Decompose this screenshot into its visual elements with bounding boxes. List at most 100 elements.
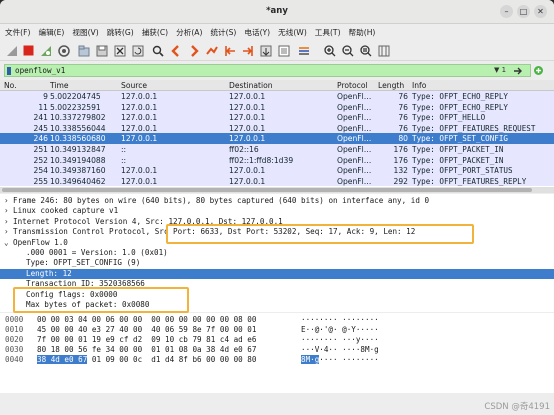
detail-line[interactable]: .000 0001 = Version: 1.0 (0x01) [0, 248, 554, 259]
capture-options-icon[interactable] [56, 43, 71, 58]
packet-row[interactable]: 241 10.337279802 127.0.0.1 127.0.0.1 OpenFl…… [0, 112, 554, 123]
detail-text: Frame 246: 80 bytes on wire (640 bits), … [13, 196, 430, 205]
coloring-rules-icon[interactable] [296, 43, 311, 58]
packet-row[interactable]: 254 10.349387160 127.0.0.1 127.0.0.1 OpenFl…… [0, 165, 554, 176]
packet-cell-proto: OpenFl… [337, 134, 372, 144]
expander-icon[interactable]: › [4, 227, 9, 236]
byte-row[interactable]: 0040 38 4d e0 67 01 09 00 0c d1 d4 8f b6 … [0, 355, 554, 365]
arrow-right-icon[interactable] [514, 67, 524, 75]
packet-row[interactable]: 255 10.349640462 127.0.0.1 127.0.0.1 OpenFl…… [0, 175, 554, 187]
packet-cell-info: Type: OFPT_HELLO [412, 113, 486, 123]
packet-row[interactable]: 11 5.002232591 127.0.0.1 127.0.0.1 OpenFl… 76… [0, 101, 554, 113]
column-length[interactable]: Length [378, 81, 416, 90]
menu-edit[interactable]: 编辑(E) [33, 24, 67, 38]
column-info[interactable]: Info [412, 81, 426, 90]
menu-file[interactable]: 文件(F) [0, 24, 33, 38]
packet-cell-proto: OpenFl… [337, 166, 372, 176]
bookmark-icon[interactable] [7, 67, 11, 75]
last-packet-icon[interactable] [240, 43, 255, 58]
packet-list[interactable]: No. Time Source Destination Protocol Len… [0, 80, 554, 188]
column-destination[interactable]: Destination [229, 81, 273, 90]
start-capture-icon[interactable] [4, 43, 19, 58]
restart-capture-icon[interactable] [38, 43, 53, 58]
expander-icon[interactable]: ⌄ [4, 238, 9, 247]
byte-row[interactable]: 0010 45 00 00 40 e3 27 40 00 40 06 59 8e … [0, 325, 554, 335]
go-to-packet-icon[interactable] [204, 43, 219, 58]
menu-tools[interactable]: 工具(T) [310, 24, 344, 38]
packet-cell-src: 127.0.0.1 [121, 102, 158, 112]
plus-icon[interactable] [534, 66, 543, 75]
packet-row[interactable]: 245 10.338556044 127.0.0.1 127.0.0.1 OpenFl…… [0, 122, 554, 134]
column-protocol[interactable]: Protocol [337, 81, 368, 90]
packet-cell-info: Type: OFPT_PORT_STATUS [412, 166, 513, 176]
open-file-icon[interactable] [76, 43, 91, 58]
packet-row[interactable]: 251 10.349132847:: ff02::16 OpenFl… 176 Type:… [0, 144, 554, 155]
reload-icon[interactable] [130, 43, 145, 58]
packet-cell-dst: 127.0.0.1 [229, 134, 266, 144]
byte-row[interactable]: 0000 00 00 03 04 00 06 00 00 00 00 00 00 … [0, 315, 554, 325]
go-back-icon[interactable] [168, 43, 183, 58]
menu-analyze[interactable]: 分析(A) [171, 24, 205, 38]
byte-hex: 80 18 00 56 fe 34 00 00 01 01 08 0a 38 4… [37, 345, 257, 354]
packet-cell-info: Type: OFPT_FEATURES_REQUEST [412, 123, 536, 133]
display-filter-value: openflow_v1 [15, 66, 66, 75]
colorize-icon[interactable] [276, 43, 291, 58]
packet-cell-src: 127.0.0.1 [121, 123, 158, 133]
column-source[interactable]: Source [121, 81, 147, 90]
menu-view[interactable]: 视图(V) [67, 24, 101, 38]
packet-cell-src: :: [121, 145, 127, 154]
byte-ascii: E··@·'@· @·Y····· [301, 325, 379, 334]
packet-cell-proto: OpenFl… [337, 145, 372, 154]
resize-columns-icon[interactable] [376, 43, 391, 58]
menu-wireless[interactable]: 无线(W) [273, 24, 310, 38]
close-file-icon[interactable] [112, 43, 127, 58]
packet-row[interactable]: 246 10.338560680 127.0.0.1 127.0.0.1 OpenFl…… [0, 133, 554, 144]
packet-cell-len: 132 [393, 166, 409, 176]
menu-statistics[interactable]: 统计(S) [205, 24, 239, 38]
packet-cell-src: 127.0.0.1 [121, 176, 158, 186]
auto-scroll-icon[interactable] [258, 43, 273, 58]
menu-capture[interactable]: 捕获(C) [137, 24, 171, 38]
packet-cell-info: Type: OFPT_PACKET_IN [412, 145, 504, 154]
expander-icon[interactable]: › [4, 196, 9, 205]
packet-bytes[interactable]: 0000 00 00 03 04 00 06 00 00 00 00 00 00 … [0, 313, 554, 393]
byte-ascii: ···V·4·· ····8M·g [301, 345, 379, 354]
byte-row[interactable]: 0030 80 18 00 56 fe 34 00 00 01 01 08 0a … [0, 345, 554, 355]
first-packet-icon[interactable] [222, 43, 237, 58]
detail-line[interactable]: Length: 12 [0, 268, 554, 280]
packet-cell-proto: OpenFl… [337, 92, 372, 101]
menu-help[interactable]: 帮助(H) [344, 24, 379, 38]
display-filter-input[interactable]: openflow_v1 ▼ 1 [4, 64, 531, 77]
detail-line[interactable]: Type: OFPT_SET_CONFIG (9) [0, 258, 554, 269]
packet-cell-time: 10.349132847 [50, 145, 106, 154]
menu-go[interactable]: 跳转(G) [102, 24, 137, 38]
expander-icon[interactable]: › [4, 217, 9, 226]
zoom-out-icon[interactable] [340, 43, 355, 58]
byte-ascii: ········ ···y···· [301, 335, 379, 344]
list-scrollbar[interactable] [0, 187, 554, 193]
menu-telephony[interactable]: 电话(Y) [239, 24, 273, 38]
detail-text: .000 0001 = Version: 1.0 (0x01) [26, 248, 168, 257]
column-time[interactable]: Time [50, 81, 69, 90]
detail-line[interactable]: › Linux cooked capture v1 [0, 206, 554, 217]
column-no[interactable]: No. [4, 81, 48, 90]
byte-ascii: ········ ········ [301, 315, 379, 324]
maximize-button[interactable]: □ [517, 5, 530, 18]
normal-size-icon[interactable] [358, 43, 373, 58]
packet-row[interactable]: 9 5.002204745 127.0.0.1 127.0.0.1 OpenFl… 76 T… [0, 91, 554, 102]
detail-line[interactable]: › Frame 246: 80 bytes on wire (640 bits),… [0, 196, 554, 207]
byte-ascii-selected: 8M·g [301, 355, 320, 364]
filter-history-dropdown[interactable]: ▼ 1 [494, 66, 506, 74]
byte-row[interactable]: 0020 7f 00 00 01 19 e9 cf d2 09 10 cb 79 … [0, 335, 554, 345]
display-filter-bar: openflow_v1 ▼ 1 [0, 62, 554, 79]
packet-cell-proto: OpenFl… [337, 123, 372, 133]
stop-capture-icon[interactable] [21, 43, 36, 58]
packet-row[interactable]: 252 10.349194088:: ff02::1:ffd8:1d39 OpenFl… [0, 154, 554, 166]
close-button[interactable]: ✕ [534, 5, 547, 18]
save-file-icon[interactable] [94, 43, 109, 58]
zoom-in-icon[interactable] [322, 43, 337, 58]
find-packet-icon[interactable] [150, 43, 165, 58]
go-forward-icon[interactable] [186, 43, 201, 58]
expander-icon[interactable]: › [4, 206, 9, 215]
minimize-button[interactable]: – [500, 5, 513, 18]
